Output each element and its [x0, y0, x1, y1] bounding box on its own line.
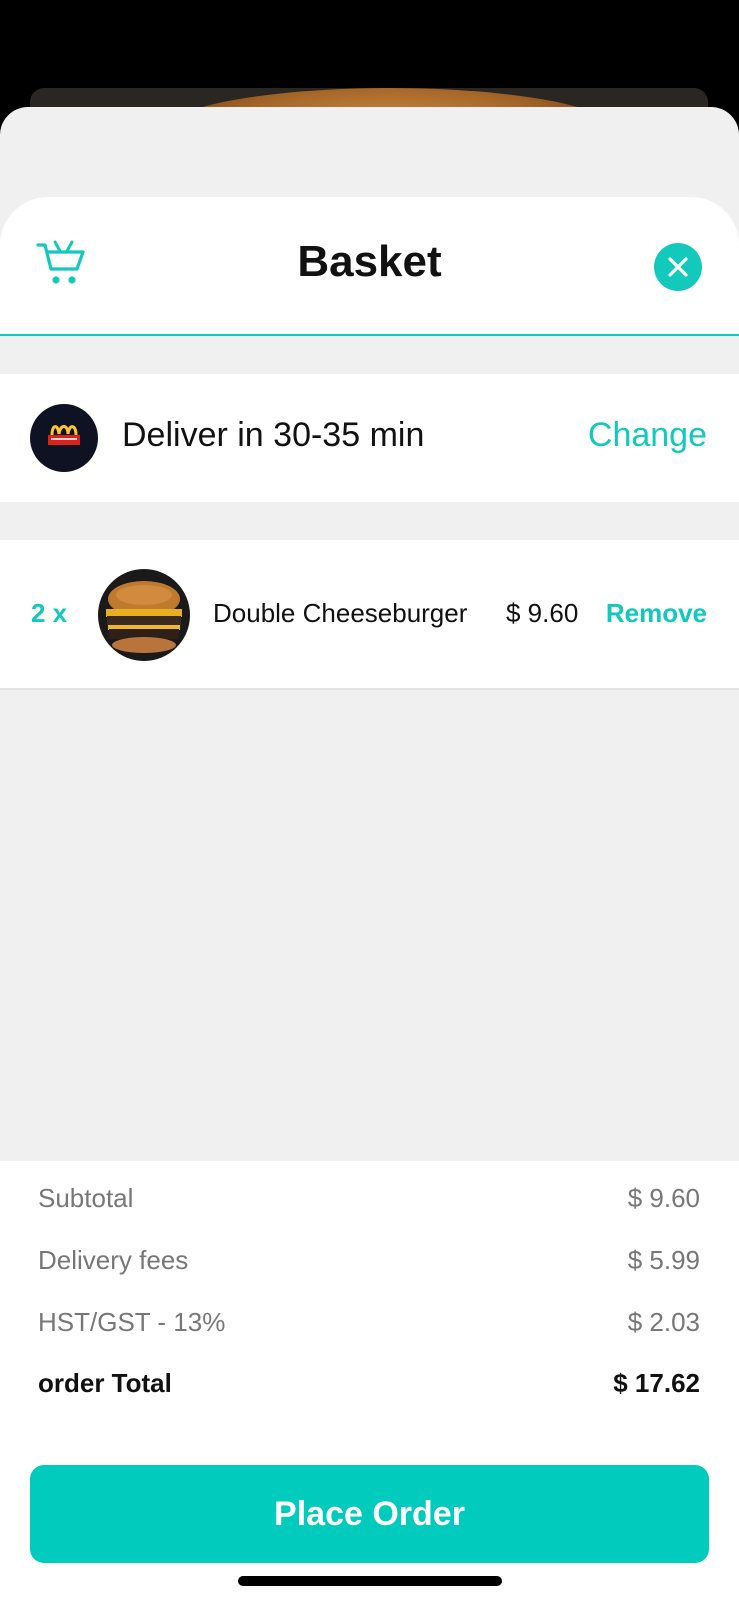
order-total-label: order Total	[38, 1368, 172, 1398]
basket-item: 2 x Double Cheeseburger $ 9.60 Remove	[0, 540, 739, 690]
restaurant-logo	[30, 404, 98, 472]
item-image	[98, 569, 190, 661]
remove-item-button[interactable]: Remove	[606, 598, 707, 629]
tax-label: HST/GST - 13%	[38, 1307, 226, 1337]
change-delivery-link[interactable]: Change	[588, 416, 707, 455]
subtotal-label: Subtotal	[38, 1183, 134, 1213]
page-title: Basket	[297, 237, 442, 286]
delivery-fees-value: $ 5.99	[627, 1245, 700, 1275]
order-total-row: order Total $ 17.62	[38, 1368, 700, 1408]
delivery-fees-label: Delivery fees	[38, 1245, 189, 1275]
subtotal-value: $ 9.60	[627, 1183, 700, 1213]
item-quantity: 2 x	[31, 598, 68, 628]
item-name: Double Cheeseburger	[213, 598, 468, 628]
home-indicator	[238, 1576, 502, 1586]
close-button[interactable]	[654, 243, 702, 291]
tax-value: $ 2.03	[627, 1307, 700, 1337]
tax-row: HST/GST - 13% $ 2.03	[38, 1307, 700, 1347]
item-price: $ 9.60	[506, 598, 579, 628]
delivery-row: Deliver in 30-35 min Change	[0, 374, 739, 502]
basket-header: Basket	[0, 197, 739, 336]
delivery-fees-row: Delivery fees $ 5.99	[38, 1245, 700, 1285]
subtotal-row: Subtotal $ 9.60	[38, 1183, 700, 1223]
close-icon	[668, 257, 688, 277]
delivery-time-text: Deliver in 30-35 min	[122, 416, 425, 454]
order-total-value: $ 17.62	[613, 1368, 700, 1398]
place-order-button[interactable]: Place Order	[30, 1465, 709, 1563]
order-summary: Subtotal $ 9.60 Delivery fees $ 5.99 HST…	[0, 1161, 739, 1600]
